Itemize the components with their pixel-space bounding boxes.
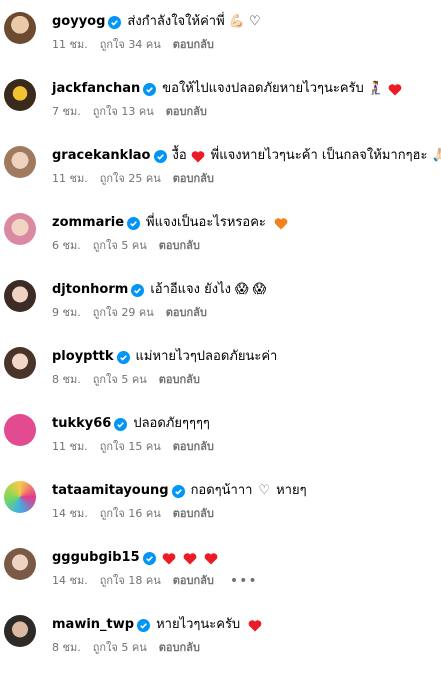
verified-badge-icon [127, 216, 141, 230]
like-count[interactable]: ถูกใจ 15 คน [100, 440, 161, 454]
verified-badge-icon [114, 417, 128, 431]
like-count[interactable]: ถูกใจ 18 คน [100, 574, 161, 588]
username[interactable]: tukky66 [52, 414, 111, 434]
comment-text-continued: หายๆ [276, 483, 307, 498]
comment-item: gracekanklao งื้อ พี่แจงหายไวๆนะค้า เป็น… [0, 146, 441, 206]
like-count[interactable]: ถูกใจ 34 คน [100, 38, 161, 52]
verified-badge-icon [171, 484, 185, 498]
username[interactable]: jackfanchan [52, 79, 140, 99]
reply-button[interactable]: ตอบกลับ [159, 239, 200, 253]
avatar[interactable] [4, 280, 36, 312]
like-count[interactable]: ถูกใจ 13 คน [93, 105, 154, 119]
reply-button[interactable]: ตอบกลับ [159, 641, 200, 655]
comment-time[interactable]: 11 ชม. [52, 38, 88, 52]
comment-time[interactable]: 9 ชม. [52, 306, 81, 320]
username[interactable]: goyyog [52, 12, 105, 32]
like-count[interactable]: ถูกใจ 25 คน [100, 172, 161, 186]
comment-text: แม่หายไวๆปลอดภัยนะค่า [135, 349, 278, 364]
comment-item: ploypttk แม่หายไวๆปลอดภัยนะค่า 8 ชม. ถูก… [0, 347, 441, 407]
comment-item: zommarie พี่แจงเป็นอะไรหรอคะ 6 ชม. ถูกใจ… [0, 213, 441, 273]
reply-button[interactable]: ตอบกลับ [166, 306, 207, 320]
reply-button[interactable]: ตอบกลับ [173, 507, 214, 521]
reply-button[interactable]: ตอบกลับ [173, 172, 214, 186]
comment-text: ปลอดภัยๆๆๆๆ [133, 416, 210, 431]
verified-badge-icon [143, 82, 157, 96]
avatar[interactable] [4, 12, 36, 44]
avatar[interactable] [4, 146, 36, 178]
like-count[interactable]: ถูกใจ 16 คน [100, 507, 161, 521]
verified-badge-icon [137, 618, 151, 632]
more-options-icon[interactable]: ••• [230, 574, 258, 588]
comment-item: tukky66 ปลอดภัยๆๆๆๆ 11 ชม. ถูกใจ 15 คน ต… [0, 414, 441, 474]
avatar[interactable] [4, 213, 36, 245]
red-heart-icon [183, 552, 197, 564]
comment-time[interactable]: 6 ชม. [52, 239, 81, 253]
comment-time[interactable]: 11 ชม. [52, 440, 88, 454]
reply-button[interactable]: ตอบกลับ [173, 574, 214, 588]
username[interactable]: gracekanklao [52, 146, 151, 166]
avatar[interactable] [4, 347, 36, 379]
red-heart-icon [162, 552, 176, 564]
like-count[interactable]: ถูกใจ 5 คน [93, 239, 147, 253]
avatar[interactable] [4, 548, 36, 580]
comment-emoji: 😱 😱 [235, 282, 267, 297]
avatar[interactable] [4, 79, 36, 111]
comment-time[interactable]: 11 ชม. [52, 172, 88, 186]
username[interactable]: djtonhorm [52, 280, 128, 300]
username[interactable]: zommarie [52, 213, 124, 233]
username[interactable]: gggubgib15 [52, 548, 140, 568]
comment-time[interactable]: 14 ชม. [52, 574, 88, 588]
comment-emoji: 🙏🏻 [431, 148, 441, 163]
comment-time[interactable]: 14 ชม. [52, 507, 88, 521]
verified-badge-icon [116, 350, 130, 364]
verified-badge-icon [131, 283, 145, 297]
reply-button[interactable]: ตอบกลับ [173, 38, 214, 52]
comment-item: jackfanchan ขอให้ไปแจงปลอดภัยหายไวๆนะครั… [0, 79, 441, 139]
red-heart-icon [204, 552, 218, 564]
username[interactable]: ploypttk [52, 347, 114, 367]
red-heart-icon [191, 150, 205, 162]
reply-button[interactable]: ตอบกลับ [159, 373, 200, 387]
comment-text: หายไวๆนะครับ [156, 617, 241, 632]
comment-emoji: 💪🏻 ♡ [228, 14, 261, 29]
comment-text: ส่งกำลังใจให้ค่าพี่ [127, 14, 225, 29]
reply-button[interactable]: ตอบกลับ [173, 440, 214, 454]
avatar[interactable] [4, 481, 36, 513]
verified-badge-icon [108, 15, 122, 29]
comment-text: กอดๆน้าาา [190, 483, 253, 498]
red-heart-icon [388, 83, 402, 95]
username[interactable]: mawin_twp [52, 615, 134, 635]
reply-button[interactable]: ตอบกลับ [166, 105, 207, 119]
like-count[interactable]: ถูกใจ 29 คน [93, 306, 154, 320]
comment-time[interactable]: 7 ชม. [52, 105, 81, 119]
comment-time[interactable]: 8 ชม. [52, 373, 81, 387]
white-heart-icon: ♡ [258, 483, 271, 498]
avatar[interactable] [4, 615, 36, 647]
comment-emoji: 🧎‍♀️ [367, 81, 384, 96]
comment-text: ขอให้ไปแจงปลอดภัยหายไวๆนะครับ [162, 81, 364, 96]
orange-heart-icon [274, 217, 288, 229]
comment-time[interactable]: 8 ชม. [52, 641, 81, 655]
comment-item: tataamitayoung กอดๆน้าาา ♡ หายๆ 14 ชม. ถ… [0, 481, 441, 541]
like-count[interactable]: ถูกใจ 5 คน [93, 373, 147, 387]
comment-text: เอ้าอีแจง ยังไง [150, 282, 231, 297]
red-heart-icon [248, 619, 262, 631]
like-count[interactable]: ถูกใจ 5 คน [93, 641, 147, 655]
comment-item: djtonhorm เอ้าอีแจง ยังไง 😱 😱 9 ชม. ถูกใ… [0, 280, 441, 340]
comment-text: พี่แจงเป็นอะไรหรอคะ [146, 215, 266, 230]
comment-text-continued: พี่แจงหายไวๆนะค้า เป็นกลจให้มากๆฮะ [210, 148, 428, 163]
comment-text: งื้อ [172, 148, 187, 163]
username[interactable]: tataamitayoung [52, 481, 169, 501]
comment-item: goyyog ส่งกำลังใจให้ค่าพี่ 💪🏻 ♡ 11 ชม. ถ… [0, 12, 441, 72]
comment-item: mawin_twp หายไวๆนะครับ 8 ชม. ถูกใจ 5 คน … [0, 615, 441, 675]
verified-badge-icon [142, 551, 156, 565]
avatar[interactable] [4, 414, 36, 446]
verified-badge-icon [153, 149, 167, 163]
comment-item: gggubgib15 14 ชม. ถูกใจ 18 คน ตอบกลับ ••… [0, 548, 441, 608]
